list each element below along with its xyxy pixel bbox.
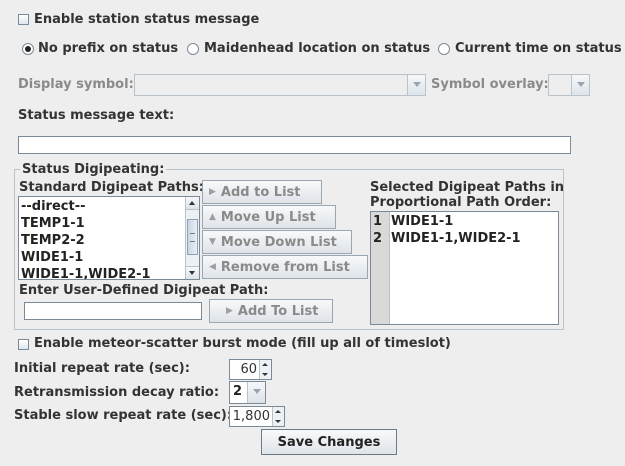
triangle-up-icon: ▲ [209,212,216,222]
list-item[interactable]: WIDE1-1 [391,213,453,230]
user-defined-path-input[interactable] [24,302,202,320]
list-item[interactable]: --direct-- [21,198,86,215]
slow-repeat-label: Stable slow repeat rate (sec): [14,408,233,423]
user-defined-label: Enter User-Defined Digipeat Path: [19,283,269,298]
triangle-right-icon: ▶ [226,306,233,316]
row-number: 1 [373,214,383,229]
slow-repeat-value: 1,800 [232,409,270,424]
list-item[interactable]: WIDE1-1,WIDE2-1 [391,230,521,247]
current-time-radio[interactable] [438,43,450,55]
symbol-overlay-label: Symbol overlay: [431,77,549,92]
row-number: 2 [373,231,383,246]
scroll-down-icon[interactable] [186,266,199,279]
decay-ratio-combo[interactable]: 2 [229,381,266,404]
standard-paths-scrollbar[interactable] [185,197,199,279]
chevron-down-icon [247,382,265,403]
add-to-list-label: Add to List [220,184,301,200]
triangle-left-icon: ◀ [209,262,216,272]
chevron-down-icon [407,75,425,95]
move-down-label: Move Down List [220,234,337,250]
list-item[interactable]: TEMP2-2 [21,232,85,249]
enable-status-checkbox[interactable] [18,14,29,25]
list-item[interactable]: WIDE1-1 [21,249,83,266]
move-up-label: Move Up List [220,209,316,225]
add-user-path-label: Add To List [237,303,319,319]
remove-from-list-label: Remove from List [220,259,350,275]
list-item[interactable]: WIDE1-1,WIDE2-1 [21,266,151,279]
spinner-arrows-icon[interactable] [259,360,271,379]
enable-status-label: Enable station status message [34,12,260,27]
maidenhead-radio[interactable] [187,43,199,55]
triangle-right-icon: ▶ [209,187,216,197]
initial-repeat-spinner[interactable]: 60 [229,359,272,380]
selected-paths-list[interactable]: 1 WIDE1-1 2 WIDE1-1,WIDE2-1 [370,211,559,325]
save-changes-button[interactable]: Save Changes [261,429,397,455]
add-to-list-button[interactable]: ▶ Add to List [202,180,322,204]
scroll-thumb[interactable] [187,219,198,255]
status-text-input[interactable] [18,136,571,154]
meteor-scatter-label: Enable meteor-scatter burst mode (fill u… [34,336,451,351]
standard-paths-label: Standard Digipeat Paths: [19,180,204,195]
no-prefix-radio[interactable] [22,43,34,55]
selected-paths-label-2: Proportional Path Order: [370,195,552,210]
meteor-scatter-checkbox[interactable] [18,339,29,350]
move-up-button[interactable]: ▲ Move Up List [202,205,336,229]
decay-ratio-label: Retransmission decay ratio: [14,385,220,400]
display-symbol-label: Display symbol: [18,77,134,92]
add-user-path-button[interactable]: ▶ Add To List [209,299,333,323]
initial-repeat-value: 60 [240,362,257,377]
slow-repeat-spinner[interactable]: 1,800 [229,406,285,427]
chevron-down-icon [571,75,589,95]
triangle-down-icon: ▼ [209,237,216,247]
maidenhead-label: Maidenhead location on status [204,41,431,56]
move-down-button[interactable]: ▼ Move Down List [202,230,352,254]
digipeating-group-title: Status Digipeating: [20,162,167,177]
standard-paths-list[interactable]: --direct-- TEMP1-1 TEMP2-2 WIDE1-1 WIDE1… [18,196,200,280]
no-prefix-label: No prefix on status [38,41,179,56]
scroll-up-icon[interactable] [186,197,199,210]
initial-repeat-label: Initial repeat rate (sec): [14,361,190,376]
decay-ratio-value: 2 [233,384,243,399]
remove-from-list-button[interactable]: ◀ Remove from List [202,255,368,279]
selected-paths-label-1: Selected Digipeat Paths in [370,180,565,195]
symbol-overlay-combo[interactable] [548,74,590,96]
spinner-arrows-icon[interactable] [272,407,284,426]
display-symbol-combo[interactable] [134,74,426,96]
list-item[interactable]: TEMP1-1 [21,215,85,232]
current-time-label: Current time on status [455,41,622,56]
status-text-label: Status message text: [18,108,175,123]
